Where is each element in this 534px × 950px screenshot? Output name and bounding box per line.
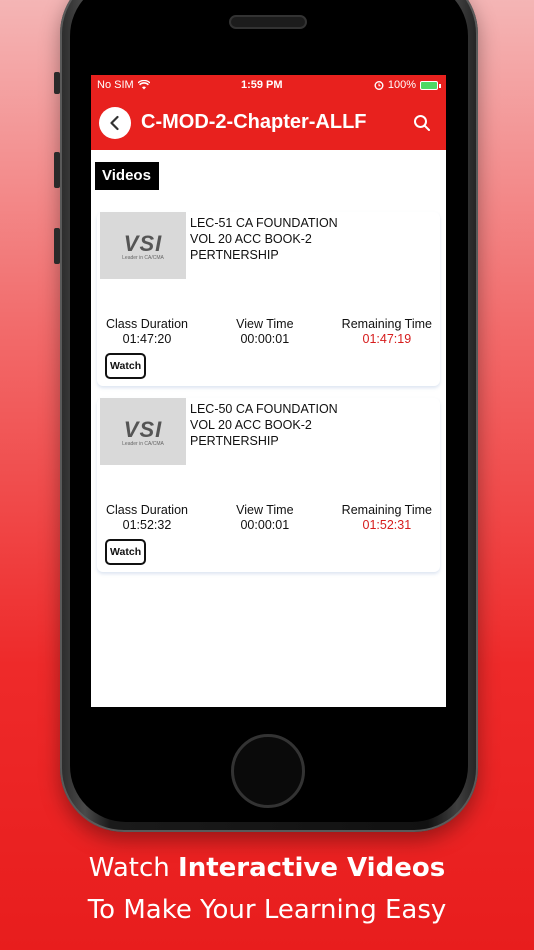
- app-bar: C-MOD-2-Chapter-ALLF: [91, 95, 446, 150]
- earpiece-speaker: [229, 15, 307, 29]
- remaining-time-label: Remaining Time: [341, 317, 432, 331]
- home-button[interactable]: [231, 734, 305, 808]
- class-duration: Class Duration 01:52:32: [106, 503, 188, 533]
- thumbnail-tagline: Leader in CA/CMA: [122, 440, 164, 447]
- thumbnail-logo: VSI: [123, 230, 163, 256]
- thumbnail-logo: VSI: [123, 416, 163, 442]
- video-thumbnail[interactable]: VSI Leader in CA/CMA: [100, 398, 186, 465]
- caption-prefix: Watch: [88, 853, 179, 883]
- search-button[interactable]: [408, 109, 436, 137]
- watch-button[interactable]: Watch: [105, 353, 147, 379]
- remaining-time-value: 01:52:31: [362, 518, 412, 532]
- class-duration-value: 01:47:20: [122, 332, 172, 346]
- video-title: LEC-51 CA FOUNDATION VOL 20 ACC BOOK-2 P…: [190, 216, 338, 262]
- battery-icon: [420, 80, 441, 90]
- video-thumbnail[interactable]: VSI Leader in CA/CMA: [100, 212, 186, 279]
- content-area: Videos VSI Leader in CA/CMA LEC-51 CA FO…: [91, 150, 446, 572]
- video-card[interactable]: VSI Leader in CA/CMA LEC-50 CA FOUNDATIO…: [97, 398, 440, 572]
- caption-line-2: To Make Your Learning Easy: [87, 895, 447, 925]
- view-time: View Time 00:00:01: [236, 317, 293, 347]
- search-icon: [414, 114, 430, 131]
- view-time-label: View Time: [236, 503, 294, 517]
- view-time: View Time 00:00:01: [236, 503, 293, 533]
- thumbnail-tagline: Leader in CA/CMA: [122, 254, 164, 261]
- mute-switch: [54, 72, 60, 94]
- video-stats: Class Duration 01:52:32 View Time 00:00:…: [100, 503, 434, 533]
- clock-text: 1:59 PM: [240, 79, 283, 91]
- chevron-left-icon: [110, 115, 119, 130]
- section-label-videos: Videos: [95, 162, 159, 190]
- remaining-time: Remaining Time 01:47:19: [342, 317, 432, 347]
- remaining-time: Remaining Time 01:52:31: [342, 503, 432, 533]
- status-bar: No SIM 1:59 PM 100%: [91, 75, 446, 95]
- wifi-icon: [137, 80, 150, 90]
- class-duration-value: 01:52:32: [122, 518, 172, 532]
- view-time-value: 00:00:01: [240, 518, 290, 532]
- page-title: C-MOD-2-Chapter-ALLF: [141, 111, 367, 133]
- alarm-icon: [374, 81, 384, 90]
- video-card[interactable]: VSI Leader in CA/CMA LEC-51 CA FOUNDATIO…: [97, 212, 440, 386]
- video-stats: Class Duration 01:47:20 View Time 00:00:…: [100, 317, 434, 347]
- watch-button[interactable]: Watch: [105, 539, 147, 565]
- remaining-time-value: 01:47:19: [362, 332, 412, 346]
- volume-down-button: [54, 228, 60, 264]
- carrier-text: No SIM: [97, 79, 134, 91]
- class-duration-label: Class Duration: [106, 317, 188, 331]
- remaining-time-label: Remaining Time: [341, 503, 432, 517]
- app-screen: No SIM 1:59 PM 100% C-MOD-2-Chapter-ALLF: [91, 75, 446, 707]
- class-duration-label: Class Duration: [106, 503, 188, 517]
- video-title: LEC-50 CA FOUNDATION VOL 20 ACC BOOK-2 P…: [190, 402, 338, 448]
- class-duration: Class Duration 01:47:20: [106, 317, 188, 347]
- caption-highlight: Interactive Videos: [178, 853, 446, 883]
- volume-up-button: [54, 152, 60, 188]
- battery-percent: 100%: [387, 79, 416, 91]
- view-time-label: View Time: [236, 317, 294, 331]
- view-time-value: 00:00:01: [240, 332, 290, 346]
- caption-line-1: Watch Interactive Videos: [0, 853, 534, 883]
- back-button[interactable]: [99, 106, 131, 139]
